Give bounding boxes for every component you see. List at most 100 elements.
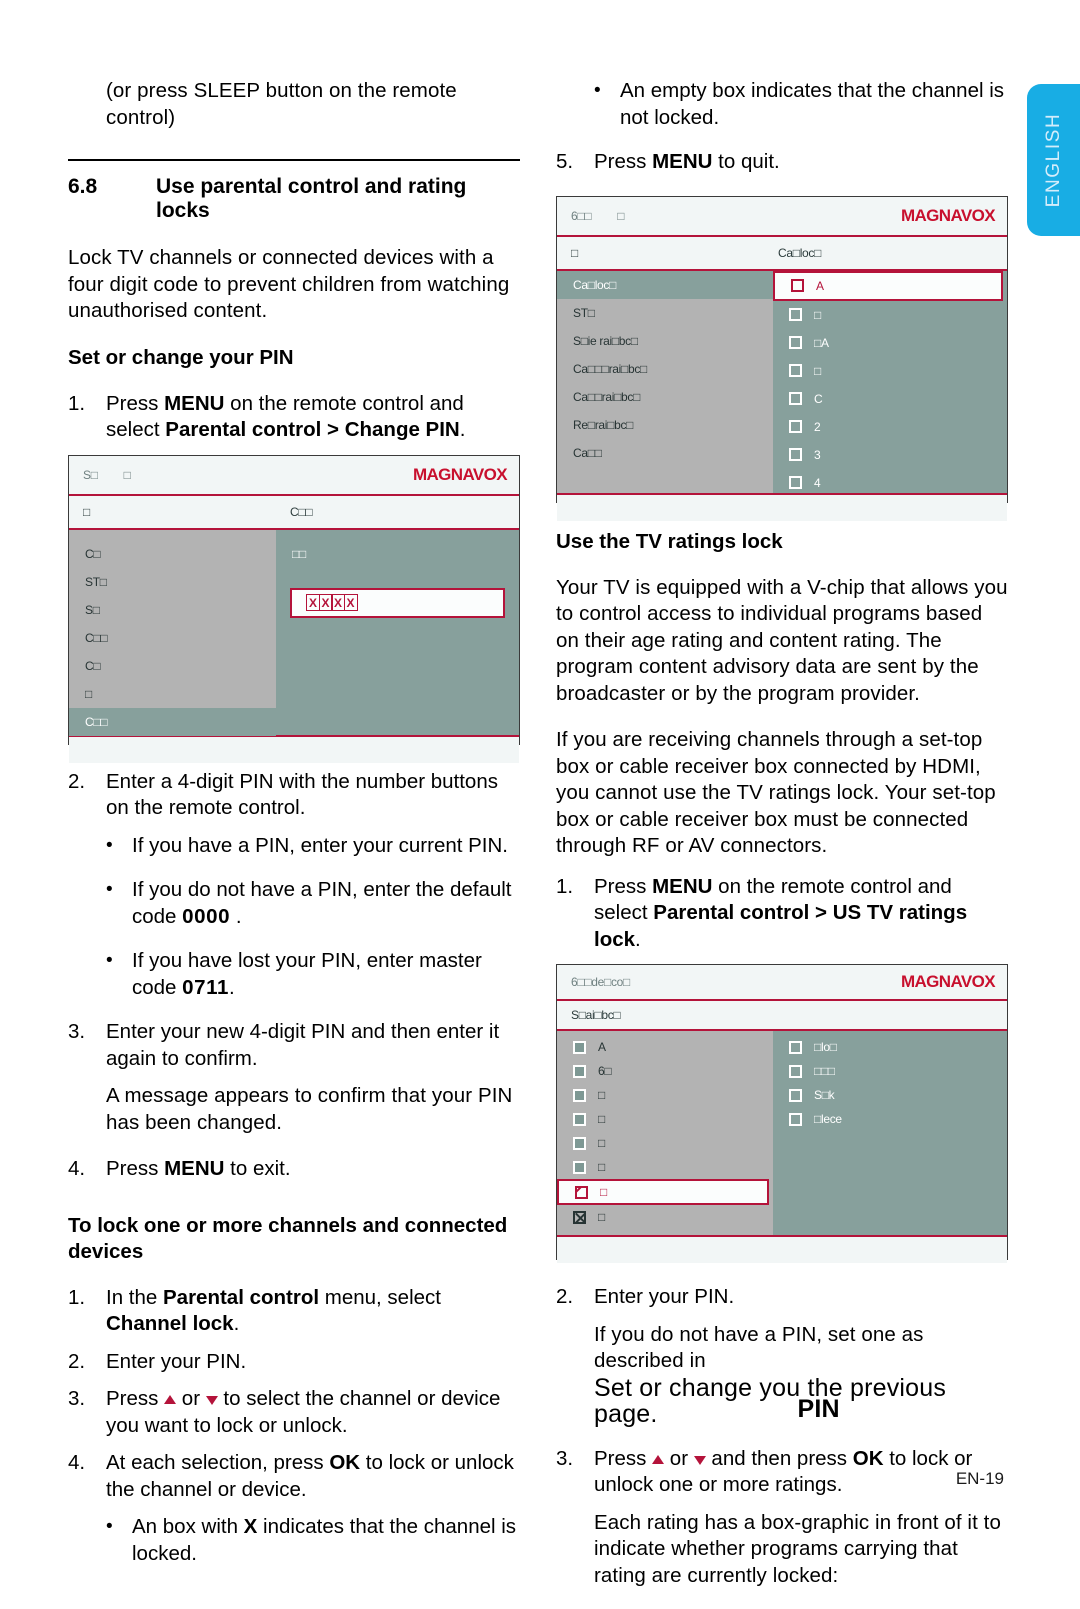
tv-menu-item[interactable]: C□□ [69, 624, 276, 652]
channel-lock-checkbox[interactable] [789, 392, 802, 405]
tv-rating-row[interactable]: A [557, 1035, 773, 1059]
bullet-text: An empty box indicates that the channel … [620, 79, 1005, 129]
tv-menu-item[interactable]: ST□ [69, 568, 276, 596]
right-column: • An empty box indicates that the channe… [556, 78, 1008, 1609]
step-number: 4. [68, 1451, 86, 1474]
tv-content-ratings-pane: □lo□ □□□ S□k □lece [773, 1031, 1007, 1235]
tv-content-rating-row[interactable]: □lece [773, 1107, 1007, 1131]
rating-lock-checkbox[interactable] [573, 1136, 586, 1150]
tv-rating-row[interactable]: 6□ [557, 1059, 773, 1083]
tv-crumb-1: 6□□de□co□ [571, 975, 630, 989]
channel-lock-checkbox[interactable] [789, 420, 802, 433]
tv-rating-row[interactable]: □ [557, 1155, 773, 1179]
ok-keyword: OK [329, 1451, 361, 1474]
channel-label: A [816, 278, 824, 293]
left-column: (or press SLEEP button on the remote con… [68, 78, 520, 1585]
pin-input-field[interactable]: X X X X [290, 587, 505, 618]
channel-lock-checkbox[interactable] [789, 476, 802, 489]
rating-lock-checkbox[interactable] [573, 1040, 586, 1054]
tv-menu-item[interactable]: C□ [69, 652, 276, 680]
step-body: Enter your new 4-digit PIN and then ente… [106, 1020, 500, 1070]
content-lock-checkbox[interactable] [789, 1064, 802, 1078]
tv-menu-item[interactable]: Ca□□□rai□bc□ [557, 355, 773, 383]
step-3: 3. Enter your new 4-digit PIN and then e… [68, 1019, 520, 1072]
step-body: Press or and then press OK to lock or un… [594, 1446, 1008, 1499]
step-number: 5. [556, 150, 574, 173]
menu-keyword: MENU [164, 1157, 225, 1180]
step-text-a: Press [106, 1387, 165, 1410]
channel-lock-checkbox[interactable] [791, 279, 804, 292]
tv-menu-item[interactable]: □ [69, 680, 276, 708]
content-lock-checkbox[interactable] [789, 1040, 802, 1054]
tv-menu-item-label: C□ [85, 546, 101, 561]
step-text-b: to exit. [224, 1157, 291, 1180]
rating-label: □ [598, 1210, 605, 1224]
tv-menu-item-selected[interactable]: C□□ [69, 707, 276, 736]
rating-label: □ [598, 1088, 605, 1102]
rating-lock-checkbox-locked[interactable] [573, 1210, 586, 1224]
tv-title-left: □ [571, 245, 578, 260]
bullet-text-b: . [229, 975, 235, 999]
content-lock-checkbox[interactable] [789, 1112, 802, 1126]
menu-keyword: MENU [652, 150, 713, 173]
tv-channel-row[interactable]: 3 [773, 441, 1007, 469]
tv-menu-item[interactable]: Ca□□rai□bc□ [557, 383, 773, 411]
rating-lock-checkbox[interactable] [573, 1064, 586, 1078]
step-number: 3. [68, 1020, 86, 1043]
content-rating-label: □lo□ [814, 1040, 837, 1054]
channel-lock-checkbox[interactable] [789, 336, 802, 349]
tv-rating-row[interactable]: □ [557, 1083, 773, 1107]
rating-lock-checkbox[interactable] [573, 1160, 586, 1174]
tv-content-rating-row[interactable]: □□□ [773, 1059, 1007, 1083]
arrow-up-icon [164, 1395, 177, 1404]
para-vchip: Your TV is equipped with a V-chip that a… [556, 575, 1008, 705]
tv-titlebar: □ C□□ [69, 495, 519, 528]
tv-menu-item[interactable]: S□ie rai□bc□ [557, 327, 773, 355]
tv-footer [69, 734, 519, 763]
content-lock-checkbox[interactable] [789, 1088, 802, 1102]
channel-lock-checkbox[interactable] [789, 448, 802, 461]
rating-label: □ [600, 1185, 607, 1199]
tv-menu-item[interactable]: Re□rai□bc□ [557, 411, 773, 439]
tv-rating-row[interactable]: □ [557, 1205, 773, 1229]
section-divider [68, 159, 520, 161]
tv-channel-row[interactable]: □A [773, 329, 1007, 357]
tv-ratings-pane: A 6□ □ □ □ □ □ □ [557, 1031, 773, 1235]
lock-step-2: 2. Enter your PIN. [68, 1349, 520, 1376]
step-number: 2. [68, 769, 86, 793]
tv-menu-item-label: Re□rai□bc□ [573, 417, 634, 432]
step-body: In the Parental control menu, select Cha… [106, 1285, 520, 1338]
channel-lock-checkbox[interactable] [789, 364, 802, 377]
tv-menu-item[interactable]: Ca□□ [557, 439, 773, 467]
tv-menu-item[interactable]: S□ [69, 596, 276, 624]
tv-channel-row[interactable]: 4 [773, 469, 1007, 497]
tv-rating-row-selected[interactable]: □ [557, 1179, 769, 1205]
tv-content-label-text: □□ [292, 546, 306, 561]
tv-menu-item-selected[interactable]: Ca□loc□ [557, 270, 773, 299]
tv-title-left: S□ai□bc□ [571, 1008, 621, 1022]
tv-channel-row-selected[interactable]: A [773, 270, 1003, 301]
tv-channel-row[interactable]: C [773, 385, 1007, 413]
tv-menu-item-label: C□□ [85, 630, 108, 645]
rating-label: □ [598, 1160, 605, 1174]
tv-channel-row[interactable]: □ [773, 301, 1007, 329]
tv-channel-row[interactable]: 2 [773, 413, 1007, 441]
tv-menu-item[interactable]: ST□ [557, 299, 773, 327]
tv-menu-item-label: Ca□□□rai□bc□ [573, 361, 647, 376]
rating-lock-checkbox-partial[interactable] [575, 1185, 588, 1199]
menu-keyword: MENU [164, 391, 225, 415]
tv-crumb-1: S□ [83, 467, 98, 482]
tv-menu-item[interactable]: C□ [69, 540, 276, 568]
tv-channel-row[interactable]: □ [773, 357, 1007, 385]
section-title: Use parental control and rating locks [156, 175, 467, 222]
channel-lock-checkbox[interactable] [789, 308, 802, 321]
step-5: 5. Press MENU to quit. [556, 149, 1008, 176]
tv-footer [557, 492, 1007, 521]
tv-content-rating-row[interactable]: □lo□ [773, 1035, 1007, 1059]
rating-lock-checkbox[interactable] [573, 1112, 586, 1126]
tv-rating-row[interactable]: □ [557, 1131, 773, 1155]
tv-content-rating-row[interactable]: S□k [773, 1083, 1007, 1107]
tv-footer [557, 1235, 1007, 1263]
rating-lock-checkbox[interactable] [573, 1088, 586, 1102]
tv-rating-row[interactable]: □ [557, 1107, 773, 1131]
